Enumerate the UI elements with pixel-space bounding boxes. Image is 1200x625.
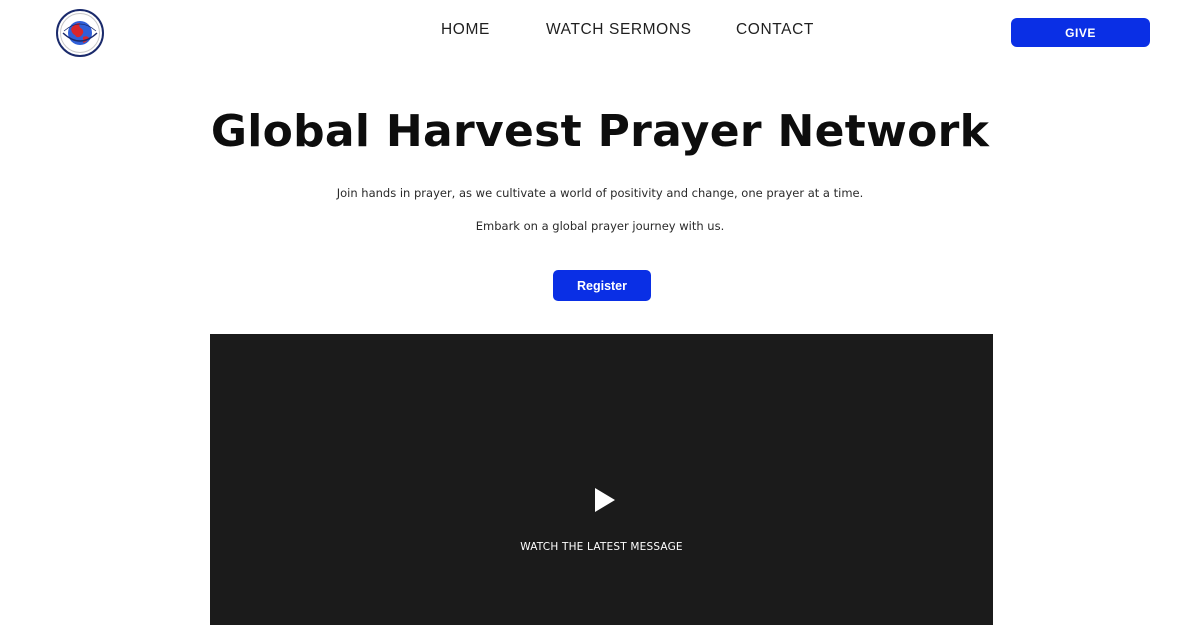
register-button[interactable]: Register xyxy=(553,270,651,301)
video-player[interactable]: WATCH THE LATEST MESSAGE xyxy=(210,334,993,625)
hero-description: Join hands in prayer, as we cultivate a … xyxy=(336,186,864,200)
give-button[interactable]: GIVE xyxy=(1011,18,1150,47)
nav-home[interactable]: HOME xyxy=(441,21,490,39)
play-icon[interactable] xyxy=(594,487,616,513)
nav-contact[interactable]: CONTACT xyxy=(736,21,814,39)
globe-logo-icon xyxy=(55,9,105,57)
site-logo[interactable] xyxy=(55,9,105,57)
nav-watch-sermons[interactable]: WATCH SERMONS xyxy=(546,21,692,39)
site-header: HOME WATCH SERMONS CONTACT GIVE xyxy=(0,0,1200,66)
video-caption: WATCH THE LATEST MESSAGE xyxy=(520,541,683,553)
hero-tagline: Embark on a global prayer journey with u… xyxy=(475,219,725,233)
page-title: Global Harvest Prayer Network xyxy=(210,106,990,157)
